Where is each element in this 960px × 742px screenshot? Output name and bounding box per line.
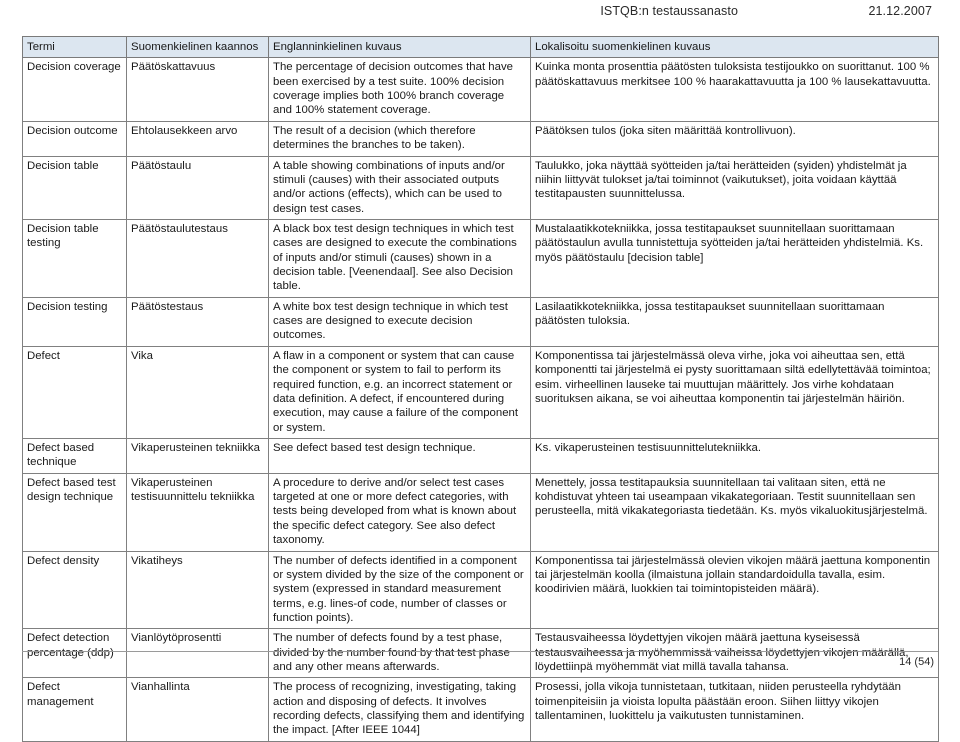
column-header-localized-description: Lokalisoitu suomenkielinen kuvaus [530, 35, 939, 59]
column-header-english-description: Englanninkielinen kuvaus [268, 35, 531, 59]
table-row: Decision table testing Päätöstaulutestaus… [22, 218, 939, 298]
cell-localized: Komponentissa tai järjestelmässä olevien… [530, 550, 939, 630]
document-page: ISTQB:n testaussanasto 21.12.2007 Termi … [0, 0, 960, 742]
cell-english: A black box test design techniques in wh… [268, 218, 531, 298]
running-header: ISTQB:n testaussanasto 21.12.2007 [22, 0, 938, 24]
table-body: Decision coverage Päätöskattavuus The perc… [22, 57, 939, 742]
table-row: Defect management Vianhallinta The process… [22, 677, 939, 742]
header-document-title: ISTQB:n testaussanasto [600, 4, 738, 18]
cell-term: Defect density [22, 550, 127, 630]
cell-finnish: Ehtolausekkeen arvo [126, 120, 269, 157]
cell-english: A white box test design technique in whi… [268, 296, 531, 347]
running-footer: 14 (54) [22, 651, 938, 668]
cell-term: Decision coverage [22, 57, 127, 122]
cell-english: The process of recognizing, investigatin… [268, 677, 531, 742]
cell-term: Defect [22, 345, 127, 439]
cell-term: Defect based technique [22, 437, 127, 474]
cell-english: A table showing combinations of inputs a… [268, 155, 531, 220]
cell-english: A flaw in a component or system that can… [268, 345, 531, 439]
cell-term: Decision outcome [22, 120, 127, 157]
table-row: Defect based technique Vikaperusteinen te… [22, 437, 939, 474]
cell-term: Defect management [22, 677, 127, 742]
glossary-table: Termi Suomenkielinen kaannos Englanninki… [22, 35, 939, 742]
cell-term: Decision table testing [22, 218, 127, 298]
table-row: Decision testing Päätöstestaus A white box… [22, 296, 939, 347]
header-date: 21.12.2007 [868, 4, 932, 18]
cell-finnish: Vikaperusteinen tekniikka [126, 437, 269, 474]
table-row: Decision coverage Päätöskattavuus The perc… [22, 57, 939, 122]
table-row: Defect density Vikatiheys The number of de… [22, 550, 939, 630]
footer-rule [22, 651, 938, 652]
cell-localized: Mustalaatikkotekniikka, jossa testitapau… [530, 218, 939, 298]
cell-english: The number of defects identified in a co… [268, 550, 531, 630]
cell-localized: Menettely, jossa testitapauksia suunnite… [530, 472, 939, 552]
glossary-table-wrapper: Termi Suomenkielinen kaannos Englanninki… [22, 35, 939, 742]
column-header-term: Termi [22, 35, 127, 59]
table-row: Decision table Päätöstaulu A table showing… [22, 155, 939, 220]
cell-english: A procedure to derive and/or select test… [268, 472, 531, 552]
cell-english: The result of a decision (which therefor… [268, 120, 531, 157]
table-header-row: Termi Suomenkielinen kaannos Englanninki… [22, 35, 939, 59]
cell-localized: Lasilaatikkotekniikka, jossa testitapauk… [530, 296, 939, 347]
cell-localized: Taulukko, joka näyttää syötteiden ja/tai… [530, 155, 939, 220]
cell-finnish: Päätöstaulutestaus [126, 218, 269, 298]
cell-term: Decision table [22, 155, 127, 220]
page-number: 14 (54) [899, 656, 934, 668]
cell-finnish: Päätöstestaus [126, 296, 269, 347]
cell-localized: Prosessi, jolla vikoja tunnistetaan, tut… [530, 677, 939, 742]
cell-english: See defect based test design technique. [268, 437, 531, 474]
cell-localized: Komponentissa tai järjestelmässä oleva v… [530, 345, 939, 439]
cell-localized: Päätöksen tulos (joka siten määrittää ko… [530, 120, 939, 157]
cell-finnish: Vika [126, 345, 269, 439]
cell-finnish: Päätöskattavuus [126, 57, 269, 122]
cell-finnish: Päätöstaulu [126, 155, 269, 220]
cell-localized: Kuinka monta prosenttia päätösten tuloks… [530, 57, 939, 122]
cell-finnish: Vikatiheys [126, 550, 269, 630]
cell-finnish: Vikaperusteinen testisuunnittelu tekniik… [126, 472, 269, 552]
cell-finnish: Vianhallinta [126, 677, 269, 742]
column-header-finnish-translation: Suomenkielinen kaannos [126, 35, 269, 59]
table-row: Defect Vika A flaw in a component or syste… [22, 345, 939, 439]
cell-english: The percentage of decision outcomes that… [268, 57, 531, 122]
table-row: Defect based test design technique Vikape… [22, 472, 939, 552]
cell-term: Decision testing [22, 296, 127, 347]
cell-localized: Ks. vikaperusteinen testisuunnittelutekn… [530, 437, 939, 474]
table-row: Decision outcome Ehtolausekkeen arvo The r… [22, 120, 939, 157]
cell-term: Defect based test design technique [22, 472, 127, 552]
table-header: Termi Suomenkielinen kaannos Englanninki… [22, 35, 939, 59]
